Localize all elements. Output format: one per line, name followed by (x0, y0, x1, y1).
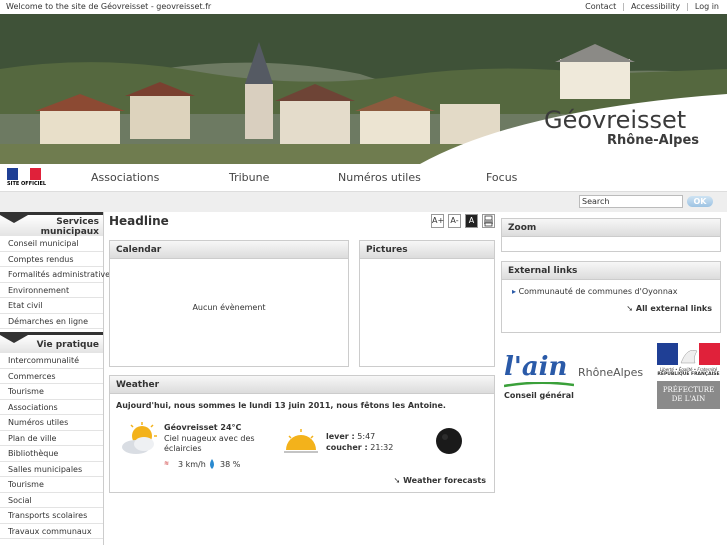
decrease-font-icon[interactable]: A- (448, 214, 461, 228)
sunrise-icon (284, 429, 318, 453)
sidebar-item-comptes-rendus[interactable]: Comptes rendus (0, 252, 103, 267)
main-nav: SITE OFFICIEL Associations Tribune Numér… (0, 164, 727, 192)
calendar-panel: Calendar Aucun évènement (109, 240, 349, 367)
zoom-panel: Zoom (501, 218, 721, 252)
sidebar-item-associations[interactable]: Associations (0, 400, 103, 415)
calendar-empty-text: Aucun évènement (192, 303, 266, 312)
wind-icon: ≋ (164, 460, 170, 467)
print-icon[interactable] (482, 214, 495, 228)
search-bar: OK (0, 192, 727, 212)
sidebar-item-tourisme[interactable]: Tourisme (0, 384, 103, 400)
external-links-title: External links (502, 262, 720, 280)
sidebar-item-plan-de-ville[interactable]: Plan de ville (0, 431, 103, 446)
weather-forecasts-link[interactable]: ➘ Weather forecasts (394, 476, 486, 485)
external-link-oyonnax[interactable]: ▸ Communauté de communes d'Oyonnax (512, 287, 678, 296)
default-font-icon[interactable]: A (465, 214, 478, 228)
sidebar-item-numeros-utiles[interactable]: Numéros utiles (0, 415, 103, 431)
welcome-text: Welcome to the site de Géovreisset - geo… (6, 2, 212, 11)
left-sidebar: Services municipaux Conseil municipal Co… (0, 212, 114, 545)
weather-city-temp: Géovreisset 24°C (164, 423, 242, 432)
sidebar-item-formalites[interactable]: Formalités administratives (0, 267, 114, 283)
arrow-icon: ➘ (626, 304, 636, 313)
search-input[interactable] (579, 195, 683, 208)
calendar-title: Calendar (110, 241, 348, 259)
sidebar-section-title: Vie pratique (36, 340, 99, 350)
marianne-icon (657, 343, 720, 365)
sidebar-item-conseil-municipal[interactable]: Conseil municipal (0, 236, 103, 252)
sidebar-item-tourisme-2[interactable]: Tourisme (0, 477, 103, 493)
sidebar-section-vie-pratique: Vie pratique (0, 332, 103, 353)
sidebar-item-transports[interactable]: Transports scolaires (0, 508, 103, 524)
nav-focus[interactable]: Focus (486, 171, 517, 184)
contact-link[interactable]: Contact (585, 2, 616, 11)
weather-condition: Ciel nuageux avec des éclaircies (164, 434, 255, 453)
sidebar-item-bibliotheque[interactable]: Bibliothèque (0, 446, 103, 462)
conseil-general-ain-logo[interactable]: l'ain Conseil général (504, 352, 574, 404)
weather-wind: 3 km/h (178, 460, 206, 469)
top-links: Contact | Accessibility | Log in (585, 2, 719, 11)
headline-title: Headline (109, 214, 169, 228)
prefecture-ain-logo[interactable]: Liberté • Égalité • Fraternité RÉPUBLIQU… (657, 343, 720, 409)
sidebar-item-social[interactable]: Social (0, 493, 103, 508)
pictures-panel: Pictures (359, 240, 495, 367)
sidebar-item-demarches[interactable]: Démarches en ligne (0, 314, 103, 329)
arrow-icon: ➘ (393, 476, 404, 485)
partly-cloudy-icon (122, 422, 157, 454)
weather-title: Weather (110, 376, 494, 394)
search-ok-button[interactable]: OK (687, 196, 713, 207)
login-link[interactable]: Log in (695, 2, 719, 11)
sidebar-item-commerces[interactable]: Commerces (0, 369, 103, 384)
site-subtitle: Rhône-Alpes (607, 133, 700, 148)
weather-humidity: 38 % (220, 460, 241, 469)
site-officiel-logo: SITE OFFICIEL (7, 168, 46, 188)
moon-icon (436, 428, 462, 454)
nav-tribune[interactable]: Tribune (229, 171, 269, 184)
sidebar-item-salles[interactable]: Salles municipales (0, 462, 103, 477)
header-banner: Géovreisset Rhône-Alpes (0, 14, 727, 164)
all-external-links[interactable]: ➘ All external links (626, 304, 712, 313)
site-officiel-label: SITE OFFICIEL (7, 181, 47, 187)
sidebar-item-etat-civil[interactable]: Etat civil (0, 298, 103, 314)
rhone-alpes-logo[interactable]: RhôneAlpes (578, 366, 643, 379)
french-flag-icon (7, 168, 41, 180)
site-title: Géovreisset (544, 106, 687, 134)
weather-sunrise: lever : 5:47 (326, 432, 376, 441)
sidebar-section-services: Services municipaux (0, 212, 103, 237)
accessibility-link[interactable]: Accessibility (631, 2, 680, 11)
external-links-panel: External links ▸ Communauté de communes … (501, 261, 721, 333)
top-bar: Welcome to the site de Géovreisset - geo… (0, 0, 727, 14)
humidity-drop-icon (210, 459, 214, 469)
nav-associations[interactable]: Associations (91, 171, 159, 184)
weather-sunset: coucher : 21:32 (326, 443, 394, 452)
sidebar-item-intercommunalite[interactable]: Intercommunalité (0, 353, 103, 369)
zoom-title: Zoom (502, 219, 720, 237)
sidebar-item-environnement[interactable]: Environnement (0, 283, 103, 298)
increase-font-icon[interactable]: A+ (431, 214, 444, 228)
weather-panel: Weather Aujourd'hui, nous sommes le lund… (109, 375, 495, 493)
sidebar-item-travaux[interactable]: Travaux communaux (0, 524, 103, 539)
pictures-title: Pictures (360, 241, 494, 259)
weather-intro: Aujourd'hui, nous sommes le lundi 13 jui… (116, 401, 446, 410)
sidebar-section-title: Services municipaux (40, 217, 99, 237)
nav-numeros-utiles[interactable]: Numéros utiles (338, 171, 421, 184)
